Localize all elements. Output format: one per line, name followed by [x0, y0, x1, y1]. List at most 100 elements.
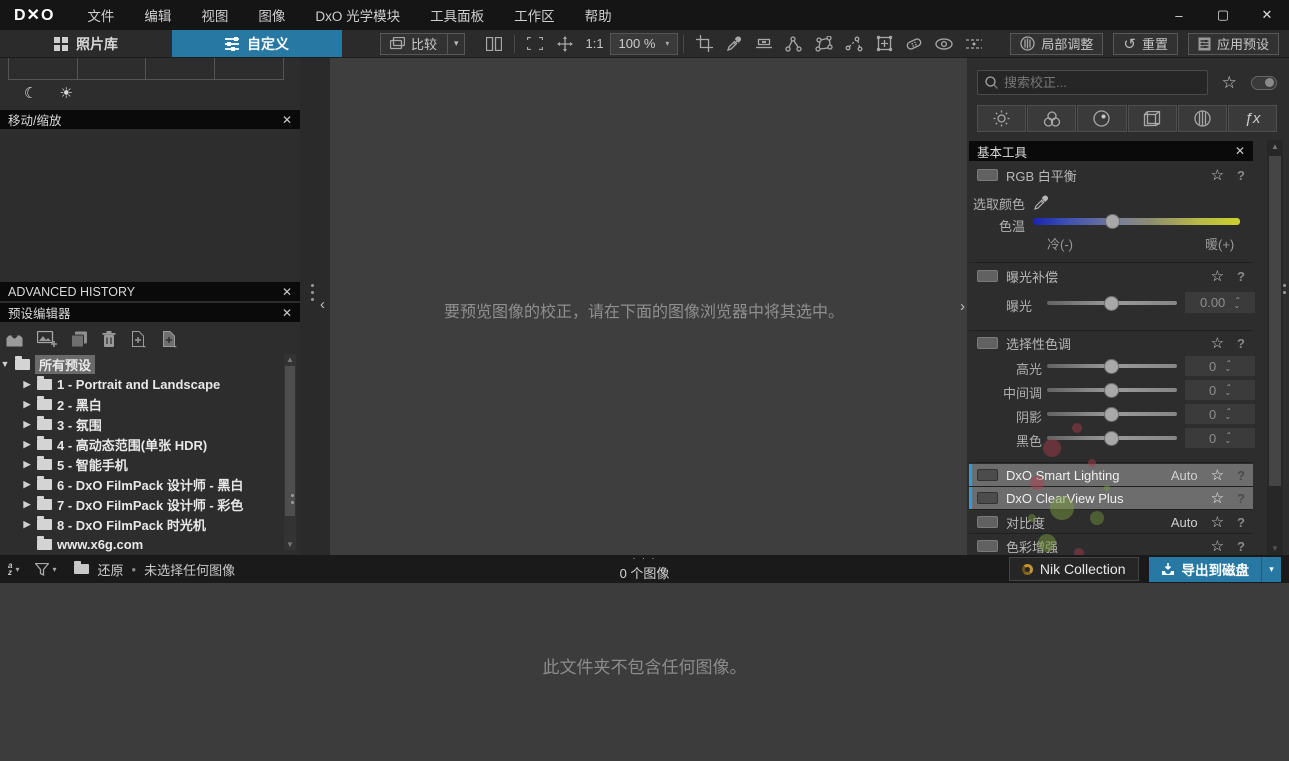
expand-icon[interactable]: ▶	[22, 439, 32, 450]
close-button[interactable]: ✕	[1245, 0, 1289, 30]
color-rendering-checkbox[interactable]	[977, 540, 998, 552]
expand-icon[interactable]: ▶	[22, 379, 32, 390]
nik-collection-button[interactable]: Nik Collection	[1008, 557, 1139, 581]
whitebalance-picker-icon[interactable]	[719, 32, 749, 56]
spin-down-icon[interactable]: ⌄	[1224, 389, 1231, 397]
browser-resize-grip[interactable]: · · ·	[633, 554, 657, 563]
favorite-star-icon[interactable]: ☆	[1211, 513, 1224, 531]
collapse-left-panel-icon[interactable]: ‹	[320, 296, 325, 313]
clearview-plus-row[interactable]: DxO ClearView Plus ☆ ?	[969, 487, 1253, 509]
spin-down-icon[interactable]: ⌄	[1224, 413, 1231, 421]
export-to-disk-button[interactable]: 导出到磁盘 ▾	[1148, 556, 1281, 582]
scroll-down-icon[interactable]: ▼	[284, 540, 296, 549]
help-icon[interactable]: ?	[1237, 515, 1245, 530]
crop-icon[interactable]	[689, 32, 719, 56]
midtones-slider-handle[interactable]	[1104, 383, 1119, 398]
fit-screen-icon[interactable]	[520, 32, 550, 56]
favorite-star-icon[interactable]: ☆	[1211, 466, 1224, 484]
tree-item-filmpack-color[interactable]: ▶ 7 - DxO FilmPack 设计师 - 彩色	[0, 494, 282, 514]
expand-icon[interactable]: ▶	[22, 479, 32, 490]
tree-item-x6g[interactable]: www.x6g.com	[0, 534, 282, 554]
exposure-compensation-row[interactable]: 曝光补偿 ☆ ?	[969, 265, 1253, 287]
histogram-channel-cells[interactable]	[8, 58, 284, 80]
sort-button[interactable]: az ▾	[8, 562, 19, 577]
expand-icon[interactable]: ▼	[0, 359, 10, 369]
preset-editor-close-icon[interactable]: ✕	[282, 306, 292, 320]
current-folder[interactable]: 还原	[74, 560, 124, 579]
compare-dropdown[interactable]: ▾	[447, 33, 459, 54]
maximize-button[interactable]: ▢	[1201, 0, 1245, 30]
selective-tone-checkbox[interactable]	[977, 337, 998, 349]
favorite-star-icon[interactable]: ☆	[1211, 489, 1224, 507]
help-icon[interactable]: ?	[1237, 539, 1245, 554]
repair-patch-icon[interactable]	[899, 32, 929, 56]
filter-button[interactable]: ▾	[35, 562, 56, 576]
active-corrections-toggle[interactable]	[1250, 75, 1277, 90]
highlights-value-box[interactable]: 0 ⌃ ⌄	[1185, 356, 1255, 376]
left-splitter-grip[interactable]	[291, 494, 294, 504]
preset-tree-scrollbar[interactable]: ▲ ▼	[284, 354, 296, 550]
import-preset-file-icon[interactable]	[130, 330, 147, 348]
favorite-star-icon[interactable]: ☆	[1211, 334, 1224, 352]
tree-item-all-presets[interactable]: ▼ 所有预设	[0, 354, 282, 374]
scroll-down-icon[interactable]: ▼	[1267, 544, 1283, 553]
menu-view[interactable]: 视图	[186, 5, 243, 25]
expand-icon[interactable]: ▶	[22, 399, 32, 410]
splitter-grip[interactable]	[311, 284, 314, 301]
delete-preset-icon[interactable]	[102, 331, 116, 347]
pan-move-icon[interactable]	[550, 32, 580, 56]
exposure-checkbox[interactable]	[977, 270, 998, 282]
clearview-checkbox[interactable]	[977, 492, 998, 504]
scroll-up-icon[interactable]: ▲	[284, 355, 296, 364]
blacks-slider-handle[interactable]	[1104, 431, 1119, 446]
highlight-clipping-icon[interactable]: ☀	[59, 84, 72, 102]
tree-item-filmpack-bw[interactable]: ▶ 6 - DxO FilmPack 设计师 - 黑白	[0, 474, 282, 494]
tab-geometry[interactable]	[1127, 105, 1177, 132]
pan-zoom-close-icon[interactable]: ✕	[282, 113, 292, 127]
shadows-value-box[interactable]: 0 ⌃ ⌄	[1185, 404, 1255, 424]
zoom-1to1-button[interactable]: 1:1	[580, 32, 610, 56]
blacks-value-box[interactable]: 0 ⌃ ⌄	[1185, 428, 1255, 448]
tab-light[interactable]	[977, 105, 1027, 132]
spin-down-icon[interactable]: ⌄	[1233, 301, 1240, 309]
highlights-slider-handle[interactable]	[1104, 359, 1119, 374]
shadows-slider-handle[interactable]	[1104, 407, 1119, 422]
spin-down-icon[interactable]: ⌄	[1224, 437, 1231, 445]
tree-item-portrait-landscape[interactable]: ▶ 1 - Portrait and Landscape	[0, 374, 282, 394]
tree-item-black-white[interactable]: ▶ 2 - 黑白	[0, 394, 282, 414]
left-panel-splitter[interactable]: ‹	[300, 58, 330, 555]
temperature-slider-handle[interactable]	[1105, 214, 1120, 229]
tab-color[interactable]	[1027, 105, 1077, 132]
control-polygon-icon[interactable]	[809, 32, 839, 56]
collapse-right-panel-icon[interactable]: ›	[960, 298, 965, 315]
local-adjust-mask-icon[interactable]	[959, 32, 989, 56]
favorites-filter-icon[interactable]: ☆	[1222, 73, 1237, 93]
exposure-slider-handle[interactable]	[1104, 296, 1119, 311]
color-picker-icon[interactable]	[1033, 195, 1049, 211]
export-preset-file-icon[interactable]	[161, 330, 178, 348]
reset-button[interactable]: ↺ 重置	[1113, 32, 1178, 55]
zoom-level-select[interactable]: 100 % ▾	[609, 32, 679, 55]
selective-tone-row[interactable]: 选择性色调 ☆ ?	[969, 332, 1253, 354]
create-preset-from-image-icon[interactable]	[37, 331, 57, 347]
apply-preset-button[interactable]: 应用预设	[1187, 32, 1279, 55]
expand-icon[interactable]: ▶	[22, 499, 32, 510]
right-edge-grip[interactable]	[1283, 284, 1286, 294]
search-corrections-input[interactable]	[1004, 75, 1200, 90]
red-eye-icon[interactable]	[929, 32, 959, 56]
import-preset-icon[interactable]	[6, 331, 23, 347]
favorite-star-icon[interactable]: ☆	[1211, 267, 1224, 285]
help-icon[interactable]: ?	[1237, 269, 1245, 284]
expand-icon[interactable]: ▶	[22, 459, 32, 470]
tree-item-filmpack-timemachine[interactable]: ▶ 8 - DxO FilmPack 时光机	[0, 514, 282, 534]
menu-edit[interactable]: 编辑	[129, 5, 186, 25]
tab-customize[interactable]: 自定义	[172, 30, 342, 57]
help-icon[interactable]: ?	[1237, 491, 1245, 506]
smart-lighting-checkbox[interactable]	[977, 469, 998, 481]
tab-photo-library[interactable]: 照片库	[0, 30, 172, 57]
scrollbar-thumb[interactable]	[1269, 156, 1281, 486]
local-adjustments-button[interactable]: 局部调整	[1010, 32, 1104, 55]
color-rendering-row[interactable]: 色彩增强 ☆ ?	[969, 535, 1253, 557]
compare-button[interactable]: 比较 ▾	[380, 32, 465, 55]
advanced-history-close-icon[interactable]: ✕	[282, 285, 292, 299]
